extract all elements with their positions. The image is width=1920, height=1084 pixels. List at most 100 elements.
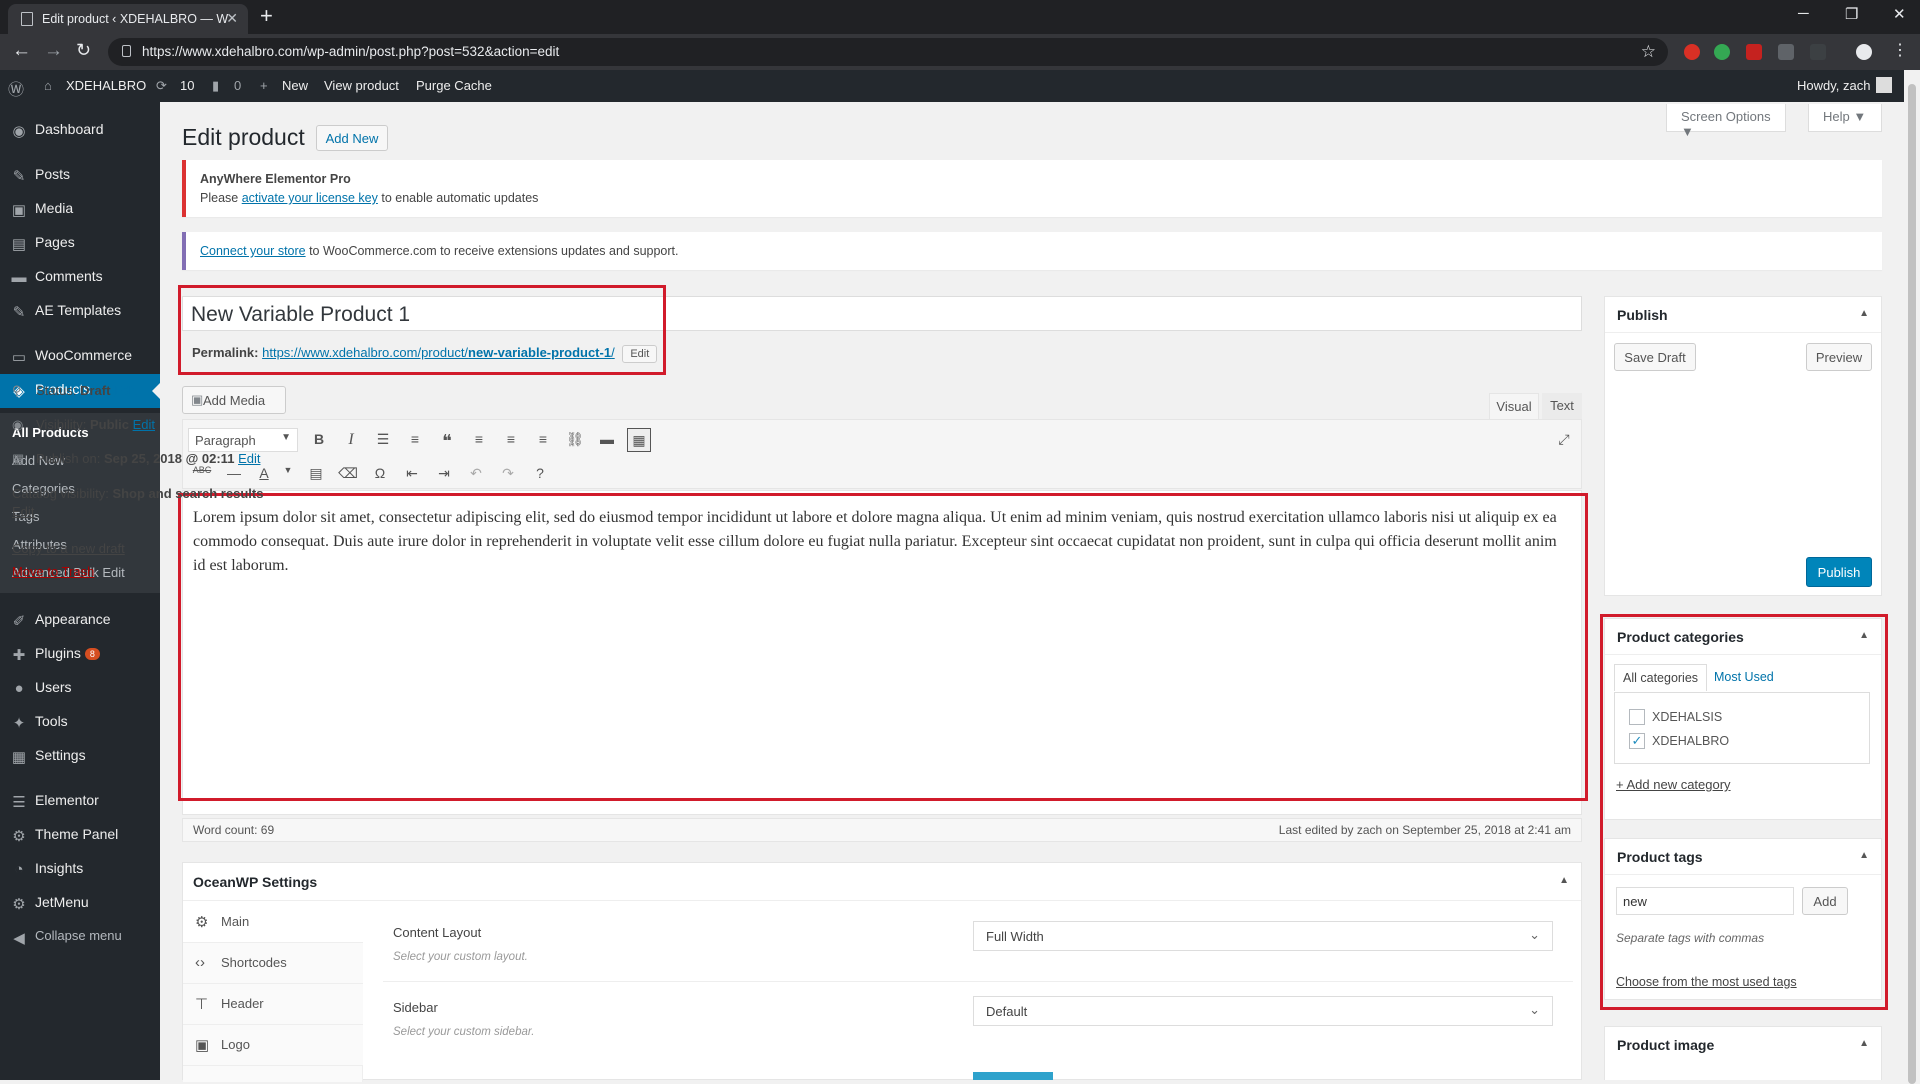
redo-icon[interactable]: ↷ <box>496 462 520 486</box>
sidebar-item-ae-templates[interactable]: ✎ AE Templates <box>0 295 160 329</box>
bullet-list-icon[interactable]: ☰ <box>371 428 395 452</box>
read-more-icon[interactable]: ▬ <box>595 428 619 452</box>
link-icon[interactable]: ⛓ <box>563 428 587 452</box>
tab-visual[interactable]: Visual <box>1489 393 1539 419</box>
add-new-button[interactable]: Add New <box>316 125 388 151</box>
address-bar[interactable]: https://www.xdehalbro.com/wp-admin/post.… <box>108 38 1668 66</box>
site-name-link[interactable]: XDEHALBRO <box>66 78 146 93</box>
home-icon[interactable]: ⌂ <box>44 78 52 93</box>
back-icon[interactable]: ← <box>12 40 31 62</box>
collapse-arrow-icon[interactable]: ▲ <box>1859 308 1869 319</box>
extension-icon[interactable] <box>1778 44 1794 60</box>
save-draft-button[interactable]: Save Draft <box>1614 343 1696 371</box>
howdy-user[interactable]: Howdy, zach <box>1797 78 1870 93</box>
toolbar-toggle-icon[interactable]: ▦ <box>627 428 651 452</box>
oceanwp-tab-header[interactable]: ⊤ Header <box>183 984 363 1025</box>
sidebar-item-tools[interactable]: ✦ Tools <box>0 706 160 740</box>
new-tab-button[interactable]: + <box>260 3 273 29</box>
edit-catalog-link[interactable]: Edit <box>12 504 34 519</box>
extension-icon[interactable] <box>1684 44 1700 60</box>
activate-license-link[interactable]: activate your license key <box>242 191 378 205</box>
edit-date-link[interactable]: Edit <box>238 451 260 466</box>
fullscreen-icon[interactable]: ⤢ <box>1552 428 1576 452</box>
toggle-indicator[interactable] <box>973 1072 1053 1080</box>
oceanwp-tab-shortcodes[interactable]: ‹› Shortcodes <box>183 943 363 984</box>
sidebar-item-appearance[interactable]: ✐ Appearance <box>0 604 160 638</box>
sidebar-item-jetmenu[interactable]: ⚙ JetMenu <box>0 887 160 921</box>
edit-visibility-link[interactable]: Edit <box>133 417 155 432</box>
page-scrollbar[interactable] <box>1904 70 1920 1084</box>
sidebar-item-media[interactable]: ▣ Media <box>0 193 160 227</box>
publish-title[interactable]: Publish ▲ <box>1605 297 1881 333</box>
sidebar-item-insights[interactable]: ◔ Insights <box>0 853 160 887</box>
close-window-icon[interactable]: ✕ <box>1893 5 1906 23</box>
close-tab-icon[interactable]: ✕ <box>226 10 238 27</box>
bold-icon[interactable]: B <box>307 428 331 452</box>
updates-count[interactable]: 10 <box>180 78 194 93</box>
sidebar-item-posts[interactable]: ✎ Posts <box>0 159 160 193</box>
sidebar-item-pages[interactable]: ▤ Pages <box>0 227 160 261</box>
minimize-icon[interactable]: ─ <box>1798 5 1809 22</box>
sidebar-item-elementor[interactable]: ☰ Elementor <box>0 785 160 819</box>
oceanwp-settings-title[interactable]: OceanWP Settings ▲ <box>183 863 1581 901</box>
connect-store-link[interactable]: Connect your store <box>200 244 306 258</box>
align-right-icon[interactable]: ≡ <box>531 428 555 452</box>
numbered-list-icon[interactable]: ≡ <box>403 428 427 452</box>
view-product-link[interactable]: View product <box>324 78 399 93</box>
sidebar-item-plugins[interactable]: ✚ Plugins 8 <box>0 638 160 672</box>
updates-icon[interactable]: ⟳ <box>156 78 167 94</box>
align-center-icon[interactable]: ≡ <box>499 428 523 452</box>
italic-icon[interactable]: I <box>339 428 363 452</box>
collapse-arrow-icon[interactable]: ▲ <box>1559 875 1569 886</box>
preview-button[interactable]: Preview <box>1806 343 1872 371</box>
sidebar-item-theme-panel[interactable]: ⚙ Theme Panel <box>0 819 160 853</box>
menu-dots-icon[interactable]: ⋮ <box>1892 40 1908 60</box>
product-image-title[interactable]: Product image ▲ <box>1605 1027 1881 1063</box>
extension-icon[interactable] <box>1746 44 1762 60</box>
special-character-icon[interactable]: Ω <box>368 462 392 486</box>
wordpress-logo-icon[interactable]: Ⓦ <box>8 76 24 100</box>
new-link[interactable]: New <box>282 78 308 93</box>
tab-text[interactable]: Text <box>1542 393 1582 419</box>
screen-options-button[interactable]: Screen Options ▼ <box>1666 104 1786 139</box>
blockquote-icon[interactable]: ❝ <box>435 428 459 452</box>
avatar[interactable] <box>1876 77 1892 93</box>
undo-icon[interactable]: ↶ <box>464 462 488 486</box>
sidebar-item-woocommerce[interactable]: ▭ WooCommerce <box>0 340 160 374</box>
add-media-button[interactable]: ▣ Add Media <box>182 386 286 414</box>
help-icon[interactable]: ? <box>528 462 552 486</box>
browser-tab[interactable]: Edit product ‹ XDEHALBRO — W ✕ <box>8 4 248 34</box>
format-select[interactable]: Paragraph ▼ <box>188 428 298 452</box>
oceanwp-tab-main[interactable]: ⚙ Main <box>183 902 363 943</box>
reload-icon[interactable]: ↻ <box>76 40 91 61</box>
outdent-icon[interactable]: ⇤ <box>400 462 424 486</box>
bookmark-star-icon[interactable]: ☆ <box>1641 42 1656 62</box>
publish-button[interactable]: Publish <box>1806 557 1872 587</box>
profile-icon[interactable] <box>1856 44 1872 60</box>
extension-icon[interactable] <box>1810 44 1826 60</box>
indent-icon[interactable]: ⇥ <box>432 462 456 486</box>
comment-icon[interactable]: ▮ <box>212 78 219 94</box>
scrollbar-thumb[interactable] <box>1908 84 1916 1084</box>
clear-formatting-icon[interactable]: ⌫ <box>336 462 360 486</box>
sidebar-item-dashboard[interactable]: ◉ Dashboard <box>0 114 160 148</box>
extension-icon[interactable] <box>1714 44 1730 60</box>
content-layout-select[interactable]: Full Width ⌄ <box>973 921 1553 951</box>
sidebar-item-settings[interactable]: ▦ Settings <box>0 740 160 774</box>
edit-status-link[interactable]: Edit <box>114 383 136 398</box>
move-to-trash-link[interactable]: Move to Trash <box>12 564 94 579</box>
restore-icon[interactable]: ❐ <box>1845 5 1858 23</box>
paste-text-icon[interactable]: ▤ <box>304 462 328 486</box>
purge-cache-link[interactable]: Purge Cache <box>416 78 492 93</box>
sidebar-select[interactable]: Default ⌄ <box>973 996 1553 1026</box>
copy-draft-link[interactable]: Copy to a new draft <box>12 541 125 556</box>
oceanwp-tab-logo[interactable]: ▣ Logo <box>183 1025 363 1066</box>
sidebar-item-users[interactable]: ● Users <box>0 672 160 706</box>
chevron-down-icon[interactable]: ▼ <box>276 462 300 486</box>
forward-icon[interactable]: → <box>44 40 63 62</box>
collapse-menu-button[interactable]: ◀ Collapse menu <box>0 921 160 955</box>
comments-count[interactable]: 0 <box>234 78 241 93</box>
help-button[interactable]: Help ▼ <box>1808 104 1882 132</box>
collapse-arrow-icon[interactable]: ▲ <box>1859 1038 1869 1049</box>
align-left-icon[interactable]: ≡ <box>467 428 491 452</box>
